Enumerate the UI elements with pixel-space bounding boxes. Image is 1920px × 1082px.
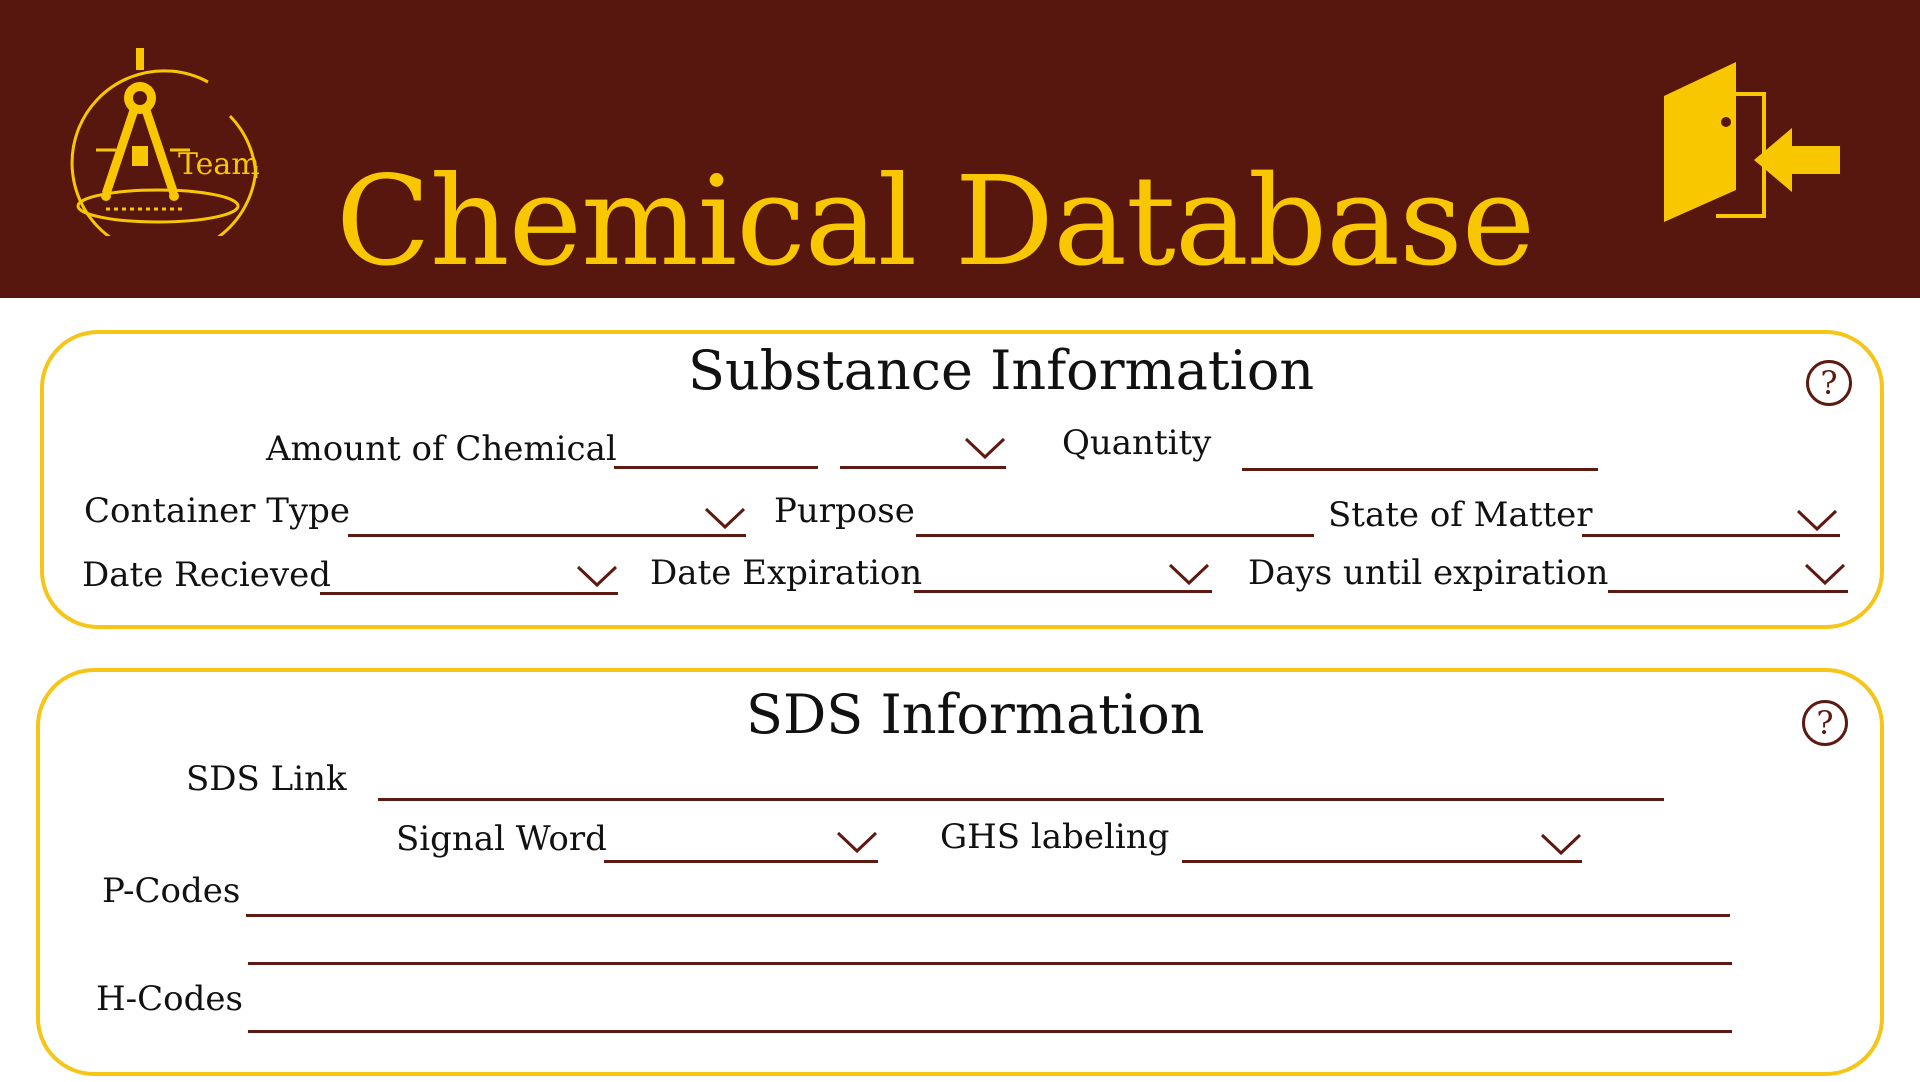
amount-unit-select[interactable] bbox=[840, 466, 1006, 469]
container-type-select[interactable] bbox=[348, 534, 746, 537]
quantity-label: Quantity bbox=[1062, 423, 1212, 463]
state-of-matter-select[interactable] bbox=[1582, 534, 1840, 537]
p-codes-input[interactable] bbox=[246, 914, 1730, 917]
amount-input[interactable] bbox=[614, 466, 818, 469]
ghs-labeling-label: GHS labeling bbox=[940, 817, 1170, 857]
sds-help-icon[interactable]: ? bbox=[1802, 700, 1848, 746]
date-expiration-select[interactable] bbox=[914, 590, 1212, 593]
signal-word-label: Signal Word bbox=[396, 819, 607, 859]
sds-panel-title: SDS Information bbox=[746, 683, 1205, 746]
sds-link-input[interactable] bbox=[378, 798, 1664, 801]
quantity-input[interactable] bbox=[1242, 468, 1598, 471]
sds-link-label: SDS Link bbox=[186, 759, 347, 799]
p-codes-input-line-2[interactable] bbox=[248, 962, 1732, 965]
state-of-matter-label: State of Matter bbox=[1328, 495, 1593, 535]
app-title: Chemical Database bbox=[335, 150, 1535, 294]
h-codes-input[interactable] bbox=[248, 1030, 1732, 1033]
substance-help-icon[interactable]: ? bbox=[1806, 360, 1852, 406]
substance-panel-title: Substance Information bbox=[688, 339, 1315, 402]
header-bar: Team Chemical Database bbox=[0, 0, 1920, 298]
p-codes-label: P-Codes bbox=[102, 871, 241, 911]
signal-word-chevron-down-icon[interactable] bbox=[836, 830, 878, 854]
container-type-chevron-down-icon[interactable] bbox=[704, 506, 746, 530]
days-until-expiration-chevron-down-icon[interactable] bbox=[1804, 562, 1846, 586]
state-of-matter-chevron-down-icon[interactable] bbox=[1796, 508, 1838, 532]
date-received-label: Date Recieved bbox=[82, 555, 331, 595]
days-until-expiration-label: Days until expiration bbox=[1248, 553, 1609, 593]
date-expiration-label: Date Expiration bbox=[650, 553, 923, 593]
purpose-input[interactable] bbox=[916, 534, 1314, 537]
date-received-select[interactable] bbox=[320, 592, 618, 595]
amount-label: Amount of Chemical bbox=[266, 429, 617, 469]
ghs-labeling-select[interactable] bbox=[1182, 860, 1582, 863]
date-received-chevron-down-icon[interactable] bbox=[576, 564, 618, 588]
door-exit-icon[interactable] bbox=[1660, 58, 1840, 228]
container-type-label: Container Type bbox=[84, 491, 351, 531]
ghs-labeling-chevron-down-icon[interactable] bbox=[1540, 832, 1582, 856]
days-until-expiration-select[interactable] bbox=[1608, 590, 1848, 593]
h-codes-label: H-Codes bbox=[96, 979, 243, 1019]
amount-unit-chevron-down-icon[interactable] bbox=[964, 436, 1006, 460]
date-expiration-chevron-down-icon[interactable] bbox=[1168, 562, 1210, 586]
signal-word-select[interactable] bbox=[604, 860, 878, 863]
purpose-label: Purpose bbox=[774, 491, 915, 531]
